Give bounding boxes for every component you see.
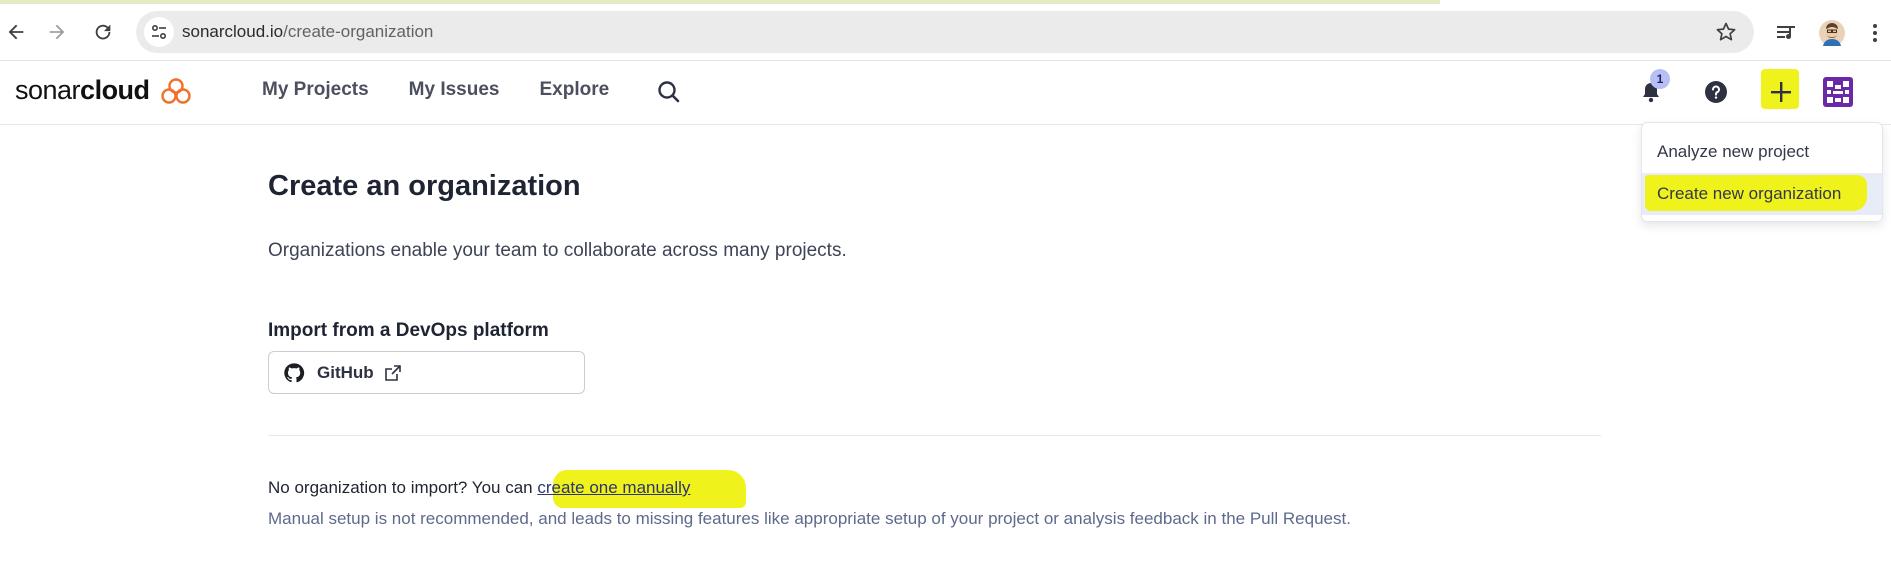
create-manually-link[interactable]: create one manually bbox=[537, 478, 690, 497]
nav-explore[interactable]: Explore bbox=[539, 79, 609, 101]
no-org-text: No organization to import? You can creat… bbox=[268, 478, 690, 498]
back-icon[interactable] bbox=[0, 16, 32, 48]
menu-item-analyze-new-project[interactable]: Analyze new project bbox=[1642, 131, 1882, 173]
app-header: sonarcloud My Projects My Issues Explore… bbox=[0, 61, 1891, 125]
external-link-icon bbox=[384, 364, 401, 381]
create-dropdown-menu: Analyze new project Create new organizat… bbox=[1641, 122, 1883, 222]
organization-avatar-icon[interactable] bbox=[1821, 75, 1855, 109]
bookmark-star-icon[interactable] bbox=[1714, 20, 1738, 44]
media-control-icon[interactable] bbox=[1772, 19, 1800, 47]
github-import-button[interactable]: GitHub bbox=[268, 351, 585, 394]
github-label: GitHub bbox=[317, 362, 374, 382]
page-title: Create an organization bbox=[268, 170, 581, 202]
menu-item-create-new-organization[interactable]: Create new organization bbox=[1642, 173, 1882, 215]
forward-icon[interactable] bbox=[41, 16, 73, 48]
help-icon[interactable] bbox=[1699, 75, 1733, 109]
address-bar[interactable]: sonarcloud.io/create-organization bbox=[136, 11, 1754, 53]
github-icon bbox=[284, 362, 305, 382]
cloud-logo-icon bbox=[160, 77, 191, 104]
site-info-icon[interactable] bbox=[144, 17, 174, 47]
plus-icon[interactable] bbox=[1764, 75, 1798, 109]
section-divider bbox=[268, 435, 1601, 436]
manual-setup-note: Manual setup is not recommended, and lea… bbox=[268, 509, 1351, 528]
url-text[interactable]: sonarcloud.io/create-organization bbox=[182, 22, 433, 42]
import-section-heading: Import from a DevOps platform bbox=[268, 320, 549, 341]
main-nav: My Projects My Issues Explore bbox=[262, 79, 649, 101]
profile-avatar[interactable] bbox=[1818, 19, 1846, 47]
notification-count-badge: 1 bbox=[1650, 69, 1670, 89]
browser-toolbar: sonarcloud.io/create-organization bbox=[0, 6, 1891, 61]
menu-item-label: Create new organization bbox=[1657, 184, 1842, 203]
reload-icon[interactable] bbox=[87, 16, 119, 48]
nav-my-projects[interactable]: My Projects bbox=[262, 79, 369, 101]
page-subtitle: Organizations enable your team to collab… bbox=[268, 240, 847, 261]
logo-wordmark: sonarcloud bbox=[15, 75, 150, 105]
search-icon[interactable] bbox=[656, 79, 682, 105]
nav-my-issues[interactable]: My Issues bbox=[409, 79, 500, 101]
browser-menu-icon[interactable] bbox=[1866, 19, 1884, 47]
sonarcloud-logo[interactable]: sonarcloud bbox=[15, 75, 192, 106]
no-org-prefix: No organization to import? You can bbox=[268, 478, 538, 497]
